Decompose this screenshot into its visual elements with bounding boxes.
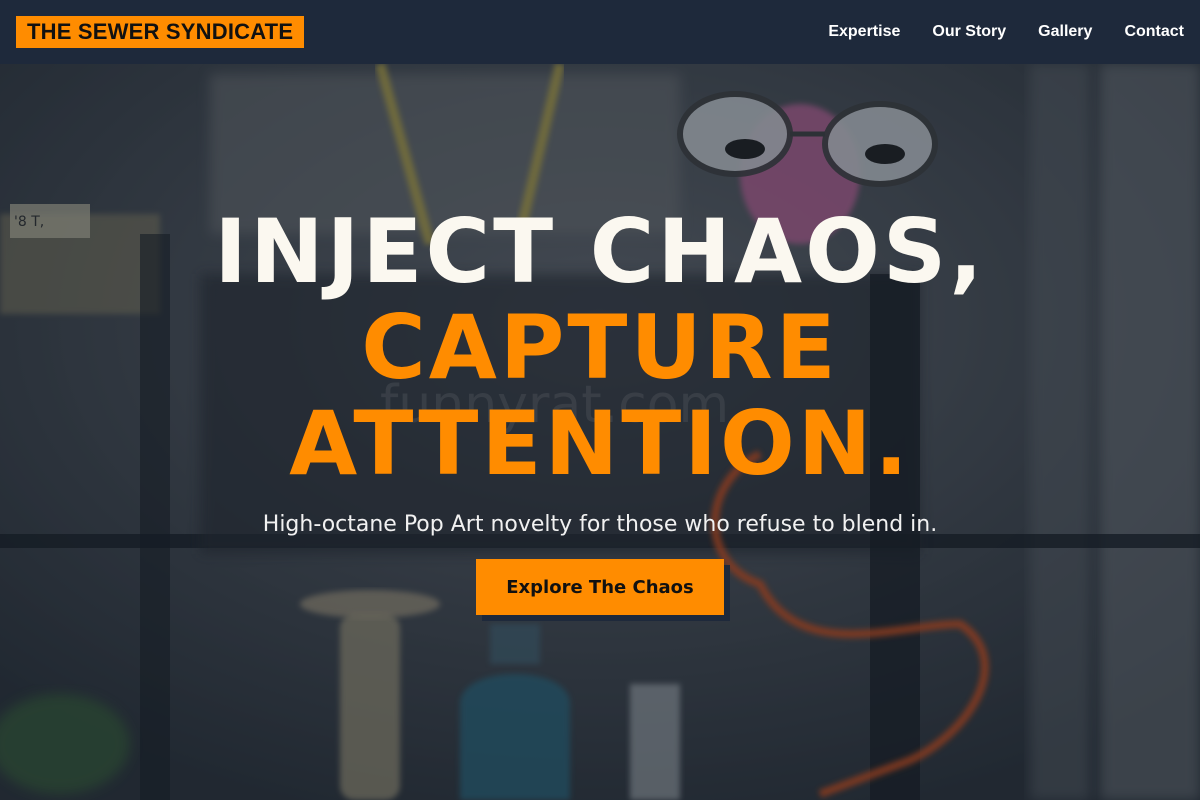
main-nav: Expertise Our Story Gallery Contact (828, 23, 1184, 41)
headline-line-2: CAPTURE (361, 296, 839, 399)
headline-line-1: INJECT CHAOS, (214, 200, 986, 303)
top-navbar: THE SEWER SYNDICATE Expertise Our Story … (0, 0, 1200, 64)
explore-button[interactable]: Explore The Chaos (476, 559, 724, 615)
nav-link-gallery[interactable]: Gallery (1038, 23, 1092, 41)
hero-headline: INJECT CHAOS, CAPTURE ATTENTION. (214, 204, 985, 492)
nav-link-our-story[interactable]: Our Story (932, 23, 1006, 41)
hero-subtitle: High-octane Pop Art novelty for those wh… (262, 512, 938, 537)
nav-link-contact[interactable]: Contact (1124, 23, 1184, 41)
site-logo[interactable]: THE SEWER SYNDICATE (16, 16, 305, 48)
hero-content: INJECT CHAOS, CAPTURE ATTENTION. High-oc… (0, 64, 1200, 800)
nav-link-expertise[interactable]: Expertise (828, 23, 900, 41)
headline-line-3: ATTENTION. (289, 392, 911, 495)
hero-section: '8 T, funnyrat.com INJECT CHAOS, CAPTURE… (0, 64, 1200, 800)
